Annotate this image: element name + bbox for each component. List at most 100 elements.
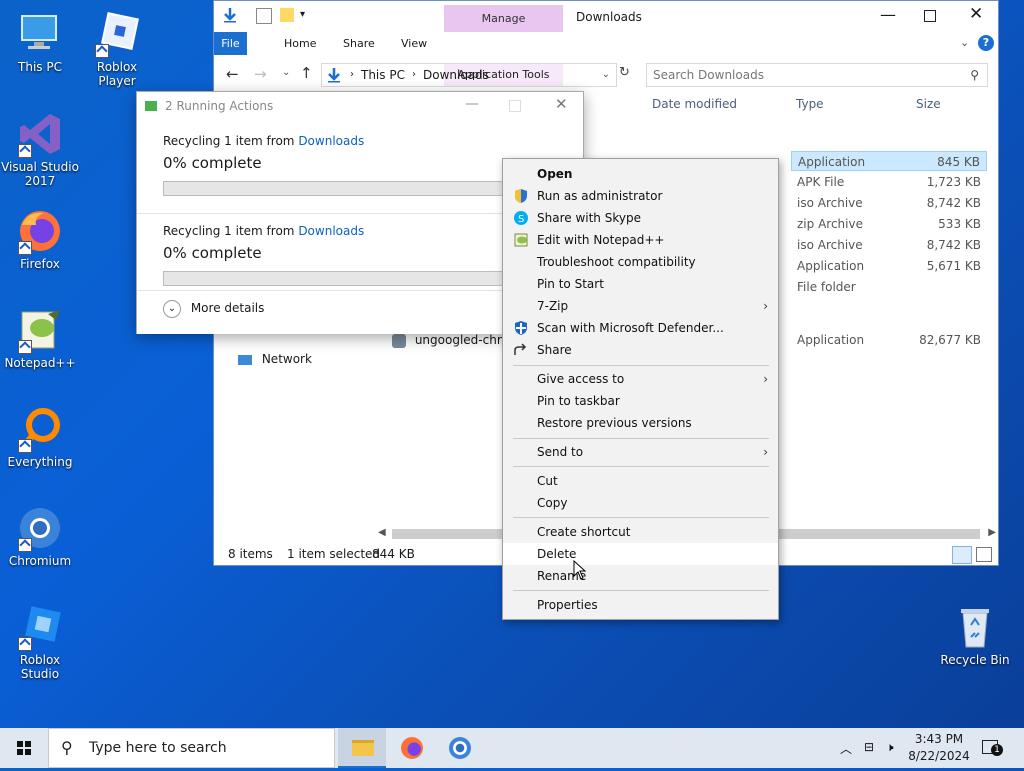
menu-item-copy[interactable]: Copy — [503, 492, 778, 514]
search-input[interactable]: Search Downloads ⚲ — [646, 63, 988, 87]
desktop-icon-recycle-bin[interactable]: Recycle Bin — [935, 603, 1015, 667]
network-tray-icon[interactable]: ⊟ — [864, 740, 874, 754]
desktop-icon-roblox-player[interactable]: Roblox Player — [77, 10, 157, 88]
table-row[interactable]: iso Archive 8,742 KB — [791, 193, 987, 213]
refresh-icon[interactable]: ↻ — [619, 65, 630, 80]
roblox-studio-icon — [16, 603, 64, 651]
taskbar-search-input[interactable]: ⚲ Type here to search — [48, 728, 335, 768]
selected-count: 1 item selected — [287, 547, 381, 561]
uac-shield-icon — [513, 188, 529, 204]
menu-item-restore-previous[interactable]: Restore previous versions — [503, 412, 778, 434]
column-header-size[interactable]: Size — [916, 93, 941, 115]
table-row[interactable]: iso Archive 8,742 KB — [791, 235, 987, 255]
breadcrumb-this-pc[interactable]: This PC — [361, 64, 405, 86]
maximize-button[interactable] — [924, 10, 936, 22]
nav-item-network[interactable]: Network — [238, 350, 312, 368]
taskbar: ⚲ Type here to search ︿ ⊟ 🕨 3:43 PM 8/22… — [0, 728, 1024, 768]
chromium-icon — [449, 737, 471, 759]
menu-item-open[interactable]: Open — [503, 163, 778, 185]
volume-muted-icon[interactable]: 🕨 — [886, 740, 894, 755]
action-1-source-link[interactable]: Downloads — [298, 134, 364, 148]
menu-item-give-access-to[interactable]: Give access to › — [503, 368, 778, 390]
address-dropdown-chevron-icon[interactable]: ⌄ — [602, 64, 610, 86]
menu-item-pin-to-taskbar[interactable]: Pin to taskbar — [503, 390, 778, 412]
action-2-source-link[interactable]: Downloads — [298, 224, 364, 238]
menu-item-run-as-admin[interactable]: Run as administrator — [503, 185, 778, 207]
window-title: Downloads — [576, 10, 642, 24]
table-row[interactable]: Application 5,671 KB — [791, 256, 987, 276]
close-button[interactable]: ✕ — [969, 4, 983, 24]
menu-item-share[interactable]: Share — [503, 339, 778, 361]
desktop-icon-notepad-plus-plus[interactable]: Notepad++ — [0, 306, 80, 370]
menu-item-troubleshoot[interactable]: Troubleshoot compatibility — [503, 251, 778, 273]
menu-item-create-shortcut[interactable]: Create shortcut — [503, 521, 778, 543]
action-1-description: Recycling 1 item from Downloads — [163, 134, 365, 148]
customize-toolbar-icon[interactable]: ▾ — [300, 9, 305, 20]
manage-contextual-tab[interactable]: Manage — [444, 5, 563, 32]
ribbon-tabs: File Home Share View Application Tools ⌄… — [214, 32, 998, 86]
taskbar-firefox[interactable] — [388, 728, 436, 768]
start-button[interactable] — [0, 728, 48, 768]
help-icon[interactable]: ? — [978, 35, 994, 51]
table-row[interactable]: APK File 1,723 KB — [791, 172, 987, 192]
action-1-percent: 0% complete — [163, 154, 262, 172]
skype-icon: S — [513, 210, 529, 226]
clock[interactable]: 3:43 PM 8/22/2024 — [906, 731, 972, 765]
properties-check-icon[interactable] — [256, 8, 272, 24]
taskbar-file-explorer[interactable] — [338, 728, 386, 768]
breadcrumb-downloads[interactable]: Downloads — [423, 64, 489, 86]
address-input[interactable]: › This PC › Downloads ⌄ — [321, 63, 617, 87]
column-header-type[interactable]: Type — [796, 93, 824, 115]
desktop-icon-chromium[interactable]: Chromium — [0, 504, 80, 568]
large-icons-view-icon[interactable] — [976, 547, 992, 562]
desktop-icon-everything[interactable]: Everything — [0, 405, 80, 469]
menu-item-share-with-skype[interactable]: S Share with Skype — [503, 207, 778, 229]
quick-access-down-icon[interactable] — [222, 7, 238, 23]
menu-item-send-to[interactable]: Send to › — [503, 441, 778, 463]
scroll-left-arrow-icon[interactable]: ◀ — [378, 527, 386, 538]
menu-item-rename[interactable]: Rename — [503, 565, 778, 587]
dialog-minimize-button[interactable]: — — [465, 96, 479, 112]
desktop-icon-roblox-studio[interactable]: Roblox Studio — [0, 603, 80, 681]
menu-item-delete[interactable]: Delete — [503, 543, 778, 565]
expand-ribbon-chevron-icon[interactable]: ⌄ — [960, 36, 969, 49]
tab-share[interactable]: Share — [331, 32, 387, 55]
desktop-icon-visual-studio[interactable]: Visual Studio 2017 — [0, 110, 80, 188]
new-folder-icon[interactable] — [280, 8, 294, 22]
network-icon — [238, 354, 252, 365]
dialog-close-button[interactable]: ✕ — [555, 95, 568, 113]
scroll-right-arrow-icon[interactable]: ▶ — [988, 527, 996, 538]
recycle-bin-icon — [951, 603, 999, 651]
table-row[interactable]: File folder — [791, 277, 987, 297]
menu-item-scan-defender[interactable]: Scan with Microsoft Defender... — [503, 317, 778, 339]
forward-arrow-icon[interactable]: → — [254, 65, 267, 83]
tab-file[interactable]: File — [214, 32, 247, 55]
desktop-icon-firefox[interactable]: Firefox — [0, 207, 80, 271]
visual-studio-icon — [16, 110, 64, 158]
column-header-date[interactable]: Date modified — [652, 93, 737, 115]
chromium-icon — [16, 504, 64, 552]
table-row[interactable]: Application 845 KB — [791, 151, 987, 171]
recent-locations-chevron-icon[interactable]: ⌄ — [282, 67, 290, 78]
details-view-icon[interactable] — [952, 546, 972, 564]
menu-item-7zip[interactable]: 7-Zip › — [503, 295, 778, 317]
menu-item-properties[interactable]: Properties — [503, 594, 778, 616]
back-arrow-icon[interactable]: ← — [226, 65, 239, 83]
desktop-icon-this-pc[interactable]: This PC — [0, 10, 80, 74]
tab-home[interactable]: Home — [272, 32, 328, 55]
show-hidden-icons-chevron-icon[interactable]: ︿ — [840, 740, 852, 757]
mouse-cursor-icon — [573, 559, 587, 580]
table-row[interactable]: zip Archive 533 KB — [791, 214, 987, 234]
minimize-button[interactable]: — — [880, 5, 896, 24]
taskbar-chromium[interactable] — [436, 728, 484, 768]
menu-item-cut[interactable]: Cut — [503, 470, 778, 492]
menu-item-pin-to-start[interactable]: Pin to Start — [503, 273, 778, 295]
search-icon: ⚲ — [61, 738, 73, 757]
more-details-button[interactable]: ⌄ More details — [163, 298, 264, 318]
action-center-button[interactable]: 1 — [982, 738, 1004, 758]
tab-view[interactable]: View — [389, 32, 439, 55]
table-row[interactable]: Application 82,677 KB — [791, 330, 987, 350]
up-arrow-icon[interactable]: ↑ — [300, 64, 313, 82]
shortcut-arrow-icon — [95, 44, 109, 58]
menu-item-edit-notepad-plus-plus[interactable]: Edit with Notepad++ — [503, 229, 778, 251]
